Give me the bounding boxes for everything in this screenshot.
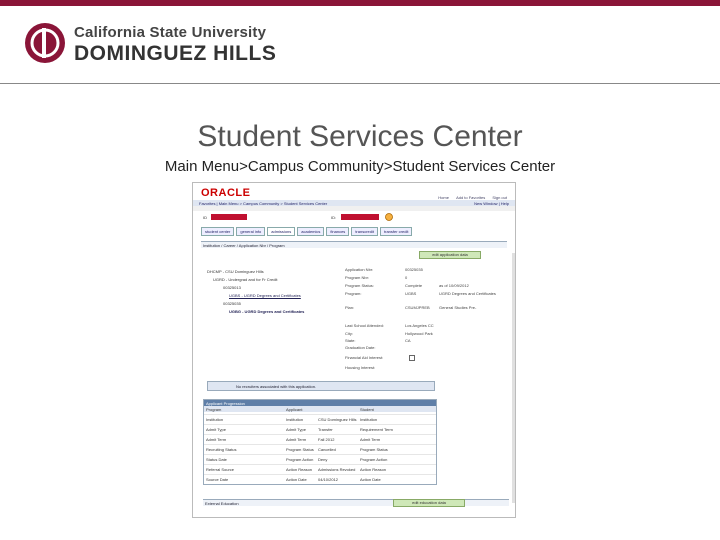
lookup-icon[interactable]	[385, 213, 393, 221]
housing-label: Housing Interest:	[345, 365, 376, 370]
tab-academics[interactable]: academics	[297, 227, 325, 236]
program-panel-header: Institution / Career / Application Nbr /…	[201, 241, 507, 248]
applicant-progression-grid: Applicant Progression Program Applicant …	[203, 399, 437, 485]
tab-transfer-credit[interactable]: transfer credit	[380, 227, 413, 236]
school-label: Last School Attended:	[345, 323, 384, 328]
financial-aid-checkbox[interactable]	[409, 355, 415, 361]
id-label-right: ID:	[331, 215, 337, 220]
program-panel-title: Institution / Career / Application Nbr /…	[203, 243, 285, 248]
grid-cell: Action Date	[286, 477, 307, 482]
grid-cell: Admit Term	[206, 437, 227, 442]
grid-cell: Program Action	[286, 457, 314, 462]
tab-transcredit[interactable]: transcredit	[351, 227, 378, 236]
grid-cell: Status Date	[206, 457, 227, 462]
tab-admissions[interactable]: admissions	[267, 227, 296, 236]
field-value: 00325035	[405, 267, 423, 272]
tree-app-1[interactable]: 00325013	[223, 285, 241, 290]
grid-cell: Institution	[206, 417, 224, 422]
field-value: Complete	[405, 283, 423, 288]
grid-cell: Cancelled	[318, 447, 336, 452]
oracle-logo: ORACLE	[201, 187, 251, 199]
grid-cell: Admit Term	[286, 437, 307, 442]
grid-cell: Institution	[360, 417, 378, 422]
edit-education-button[interactable]: edit education data	[393, 499, 465, 507]
grid-cell: Recruiting Status	[206, 447, 237, 452]
redacted-name	[211, 214, 247, 220]
tree-career[interactable]: UGRD - Undergrad and for Fr Credit	[213, 277, 277, 282]
tree-app-2[interactable]: 00325035	[223, 301, 241, 306]
grid-cell: Action Reason	[360, 467, 387, 472]
logo-line-1: California State University	[74, 24, 267, 41]
school-label: City:	[345, 331, 353, 336]
grid-cell: Requirement Term	[360, 427, 393, 432]
field-value: 0	[405, 275, 408, 280]
grid-cell: Admit Term	[360, 437, 381, 442]
tree-institution[interactable]: DHCMP - CSU Dominguez Hills	[207, 269, 264, 274]
grid-cell: Fall 2012	[318, 437, 335, 442]
tab-general-info[interactable]: general info	[236, 227, 266, 236]
top-accent-bar	[0, 0, 720, 6]
school-label: Graduation Date:	[345, 345, 376, 350]
grid-cell: Deny	[318, 457, 328, 462]
grid-cell: Transfer	[318, 427, 333, 432]
no-recruiters-message: No recruiters associated with this appli…	[236, 384, 317, 389]
grid-cell: Source Date	[206, 477, 229, 482]
toolbar-strip	[193, 206, 515, 211]
tab-finances[interactable]: finances	[326, 227, 350, 236]
grid-cell: Program Status	[360, 447, 388, 452]
grid-cell: CSU Dominguez Hills	[318, 417, 357, 422]
tree-program-1[interactable]: UGBS - UGRD Degrees and Certificates	[229, 293, 301, 298]
grid-cell: Referral Source	[206, 467, 235, 472]
university-seal-icon	[25, 23, 65, 63]
grid-cell: Program Status	[286, 447, 314, 452]
school-value: Hollywood Park	[405, 331, 433, 336]
grid-cell: Program Action	[360, 457, 388, 462]
tab-student-center[interactable]: student center	[201, 227, 235, 236]
university-logo: California State University DOMINGUEZ HI…	[24, 22, 277, 70]
id-label-left: ID	[203, 215, 207, 220]
column-applicant: Applicant	[286, 407, 303, 412]
grid-cell: Admit Type	[286, 427, 306, 432]
slide-title: Student Services Center	[197, 120, 523, 153]
grid-cell: Admissions Revoked	[318, 467, 356, 472]
tree-program-2[interactable]: UGBG - UGRD Degrees and Certificates	[229, 309, 304, 314]
field-label: Program Nbr:	[345, 275, 370, 280]
field-label: Application Nbr:	[345, 267, 374, 272]
grid-cell: Admit Type	[206, 427, 226, 432]
field-label: Program:	[345, 291, 362, 296]
column-program: Program	[206, 407, 222, 412]
field-value: UGBS	[405, 291, 417, 296]
embedded-screenshot: ORACLE Home Add to Favorites Sign out Fa…	[192, 182, 516, 518]
school-label: State:	[345, 338, 356, 343]
field-label: Program Status:	[345, 283, 374, 288]
status-as-of: as of 10/09/2012	[439, 283, 469, 288]
grid-cell: 04/10/2012	[318, 477, 339, 482]
logo-line-2: DOMINGUEZ HILLS	[74, 42, 277, 65]
grid-cell: Action Reason	[286, 467, 313, 472]
no-recruiters-box: No recruiters associated with this appli…	[207, 381, 435, 391]
program-description: UGRD Degrees and Certificates	[439, 291, 496, 296]
tab-bar: student center general info admissions acad…	[201, 227, 414, 236]
school-value: Los Angeles CC	[405, 323, 434, 328]
grid-column-headers: Program Applicant Student	[204, 406, 436, 412]
redacted-id	[341, 214, 379, 220]
grid-cell: Institution	[286, 417, 304, 422]
column-student: Student	[360, 407, 374, 412]
slide-breadcrumb: Main Menu>Campus Community>Student Servi…	[164, 158, 556, 175]
vertical-scrollbar[interactable]	[512, 253, 515, 503]
header-divider	[0, 83, 720, 84]
plan-description: General Studies Pre-	[439, 305, 477, 310]
edit-application-button[interactable]: edit application data	[419, 251, 481, 259]
grid-row: Source Date Action Date 04/10/2012 Action D…	[204, 474, 436, 485]
field-label: Plan:	[345, 305, 355, 310]
financial-aid-label: Financial Aid Interest:	[345, 355, 384, 360]
grid-cell: Action Date	[360, 477, 381, 482]
school-value: CA	[405, 338, 411, 343]
field-value: CSUMJPREB	[405, 305, 430, 310]
external-education-title: External Education	[205, 501, 239, 506]
